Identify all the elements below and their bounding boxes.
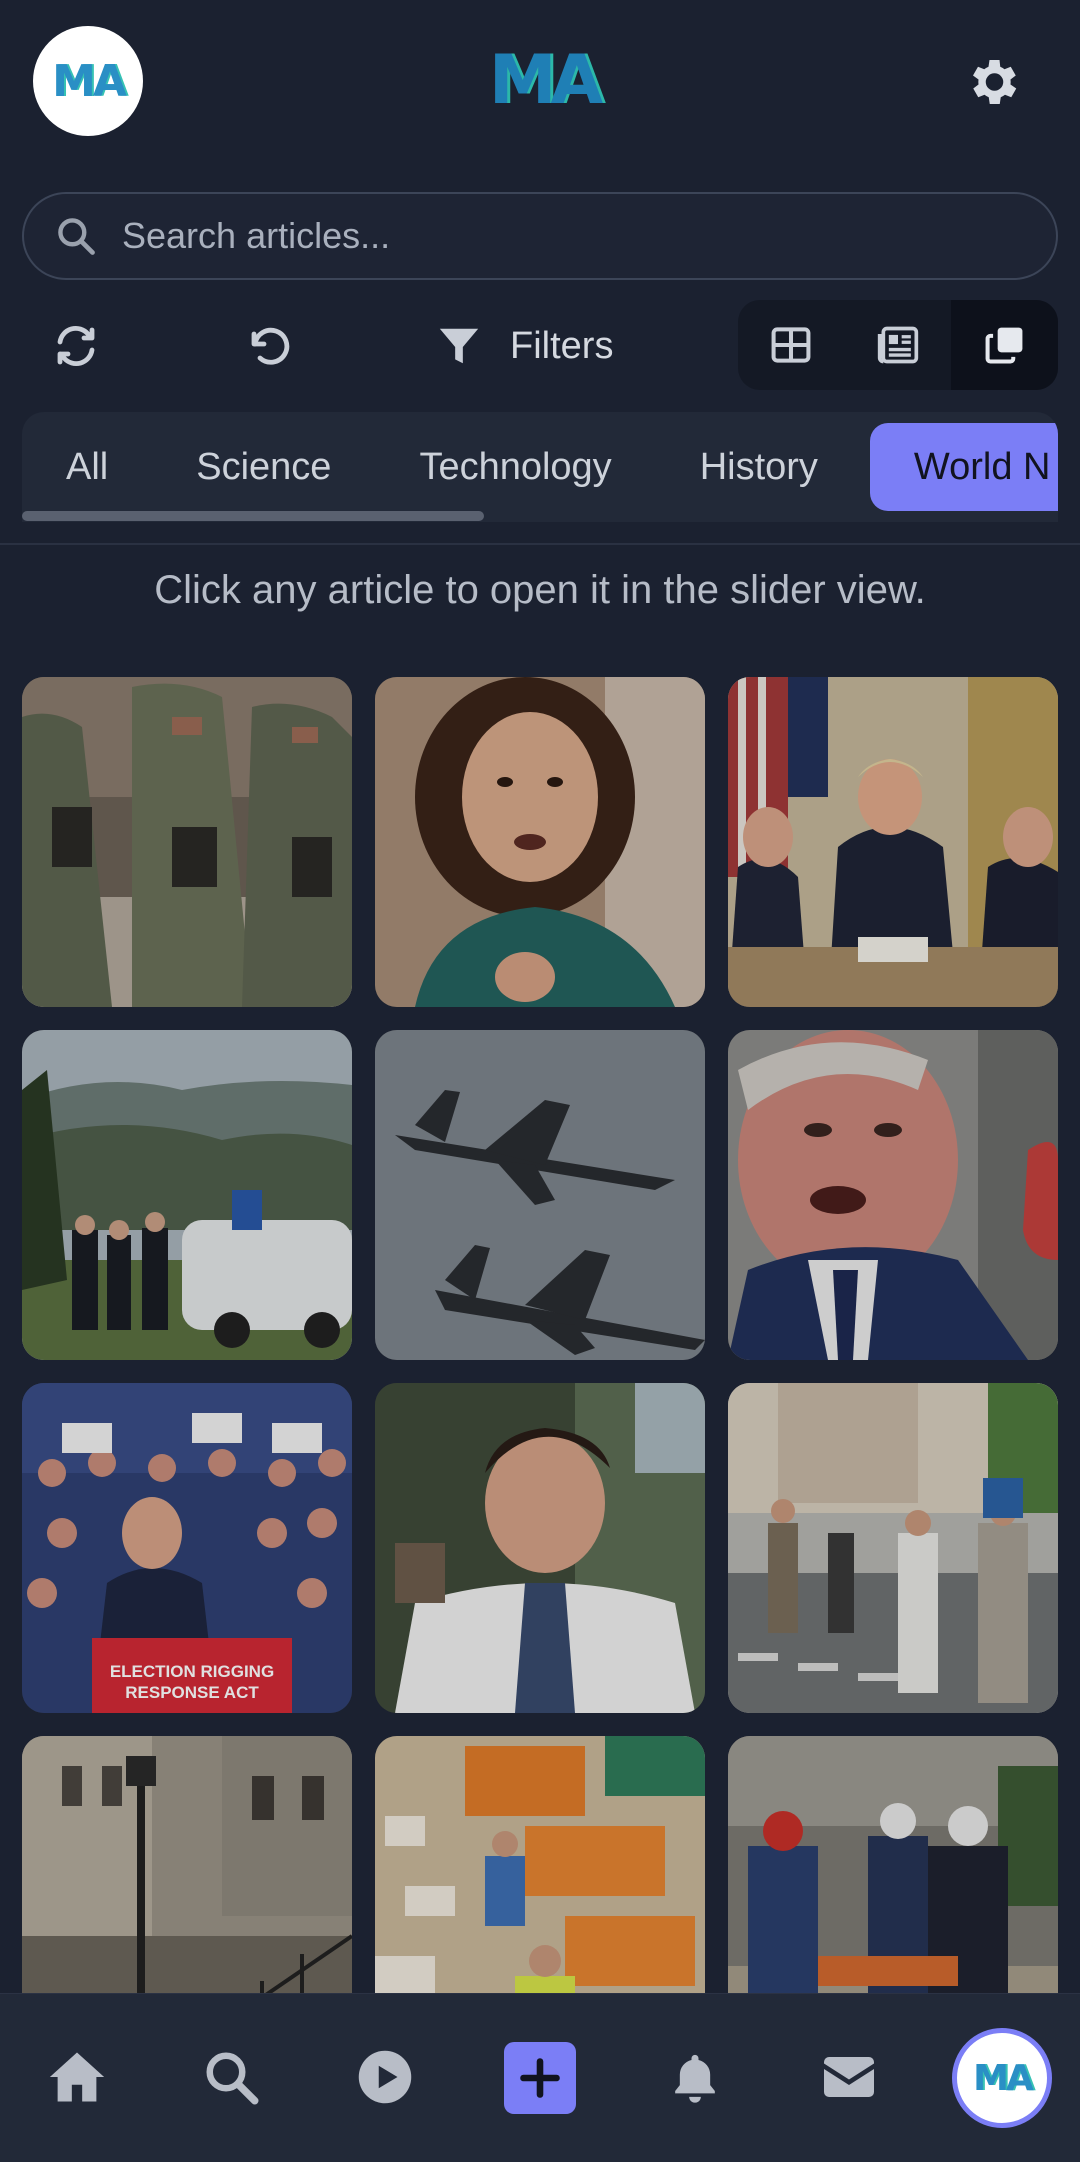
- category-tab-list: All Science Technology History World N: [22, 422, 1058, 512]
- tabs-scrollbar[interactable]: [22, 511, 484, 521]
- old-stone-street-with-lamp-photo: [22, 1736, 352, 1993]
- two-fighter-jets-photo: [375, 1030, 705, 1360]
- slider-view-button[interactable]: [951, 300, 1059, 390]
- police-by-white-car-in-mountains-photo: [22, 1030, 352, 1360]
- nav-video[interactable]: [350, 2042, 420, 2112]
- nav-notifications[interactable]: [660, 2042, 730, 2112]
- nav-profile-avatar[interactable]: MA: [952, 2028, 1052, 2128]
- category-tabs: All Science Technology History World N: [22, 412, 1058, 522]
- podium-caption: ELECTION RIGGING: [110, 1662, 274, 1681]
- settings-gear-icon[interactable]: [962, 52, 1022, 112]
- article-card[interactable]: [728, 677, 1058, 1007]
- list-view-button[interactable]: [845, 300, 952, 390]
- slider-icon: [985, 327, 1023, 364]
- article-card[interactable]: [728, 1383, 1058, 1713]
- rescue-workers-carrying-stretcher-photo: [728, 1736, 1058, 1993]
- list-icon: [877, 326, 919, 364]
- tab-history[interactable]: History: [656, 423, 862, 511]
- home-icon: [49, 2052, 105, 2102]
- slider-hint-text: Click any article to open it in the slid…: [154, 568, 926, 612]
- divider: [0, 543, 1080, 545]
- search-icon: [206, 2052, 259, 2105]
- avatar-logo: MA: [52, 55, 127, 107]
- grid-icon: [771, 327, 811, 363]
- mail-icon: [824, 2057, 874, 2097]
- article-card[interactable]: [375, 1030, 705, 1360]
- article-card[interactable]: [728, 1736, 1058, 1993]
- bell-icon: [675, 2054, 715, 2103]
- app-root: MA MA Filters: [0, 0, 1080, 2162]
- toolbar: Filters: [0, 300, 1080, 392]
- press-conference-at-table-photo: [728, 677, 1058, 1007]
- filters-label: Filters: [510, 324, 614, 367]
- article-card[interactable]: [22, 1736, 352, 1993]
- filters-button[interactable]: Filters: [436, 318, 613, 374]
- soldiers-in-camouflage-photo: [22, 677, 352, 1007]
- app-logo: MA: [483, 40, 603, 120]
- tab-world-news[interactable]: World N: [869, 423, 1058, 511]
- nav-add-button[interactable]: [504, 2042, 576, 2114]
- grid-view-button[interactable]: [738, 300, 845, 390]
- search-input[interactable]: [122, 215, 1022, 257]
- add-icon: [520, 2058, 560, 2098]
- tab-technology[interactable]: Technology: [375, 423, 655, 511]
- man-in-shirt-and-tie-photo: [375, 1383, 705, 1713]
- article-grid: ELECTION RIGGING RESPONSE ACT: [22, 677, 1058, 1993]
- filter-funnel-icon: [439, 328, 479, 364]
- article-card[interactable]: ELECTION RIGGING RESPONSE ACT: [22, 1383, 352, 1713]
- play-icon: [358, 2050, 412, 2104]
- article-card[interactable]: [22, 677, 352, 1007]
- people-crossing-street-photo: [728, 1383, 1058, 1713]
- rally-speaker-at-podium-photo: ELECTION RIGGING RESPONSE ACT: [22, 1383, 352, 1713]
- politician-closeup-photo: [728, 1030, 1058, 1360]
- search-bar: [22, 192, 1058, 280]
- young-man-speaking-to-camera-photo: [375, 677, 705, 1007]
- podium-caption-2: RESPONSE ACT: [125, 1683, 259, 1702]
- profile-avatar-logo: MA: [973, 2057, 1034, 2099]
- article-card[interactable]: [22, 1030, 352, 1360]
- bottom-navigation: MA: [0, 1993, 1080, 2162]
- nav-search[interactable]: [196, 2042, 266, 2112]
- view-mode-switcher: [738, 300, 1059, 390]
- article-card[interactable]: [375, 677, 705, 1007]
- article-card[interactable]: [728, 1030, 1058, 1360]
- nav-home[interactable]: [42, 2042, 112, 2112]
- user-avatar[interactable]: MA: [33, 26, 143, 136]
- article-card[interactable]: [375, 1383, 705, 1713]
- tab-all[interactable]: All: [22, 423, 152, 511]
- workers-sorting-parcels-photo: [375, 1736, 705, 1993]
- refresh-icon[interactable]: [52, 322, 100, 370]
- tab-science[interactable]: Science: [152, 423, 375, 511]
- header: MA MA: [0, 0, 1080, 170]
- article-card[interactable]: [375, 1736, 705, 1993]
- app-logo-text: MA: [488, 40, 603, 120]
- nav-messages[interactable]: [814, 2042, 884, 2112]
- undo-icon[interactable]: [244, 322, 292, 370]
- search-icon: [58, 218, 95, 255]
